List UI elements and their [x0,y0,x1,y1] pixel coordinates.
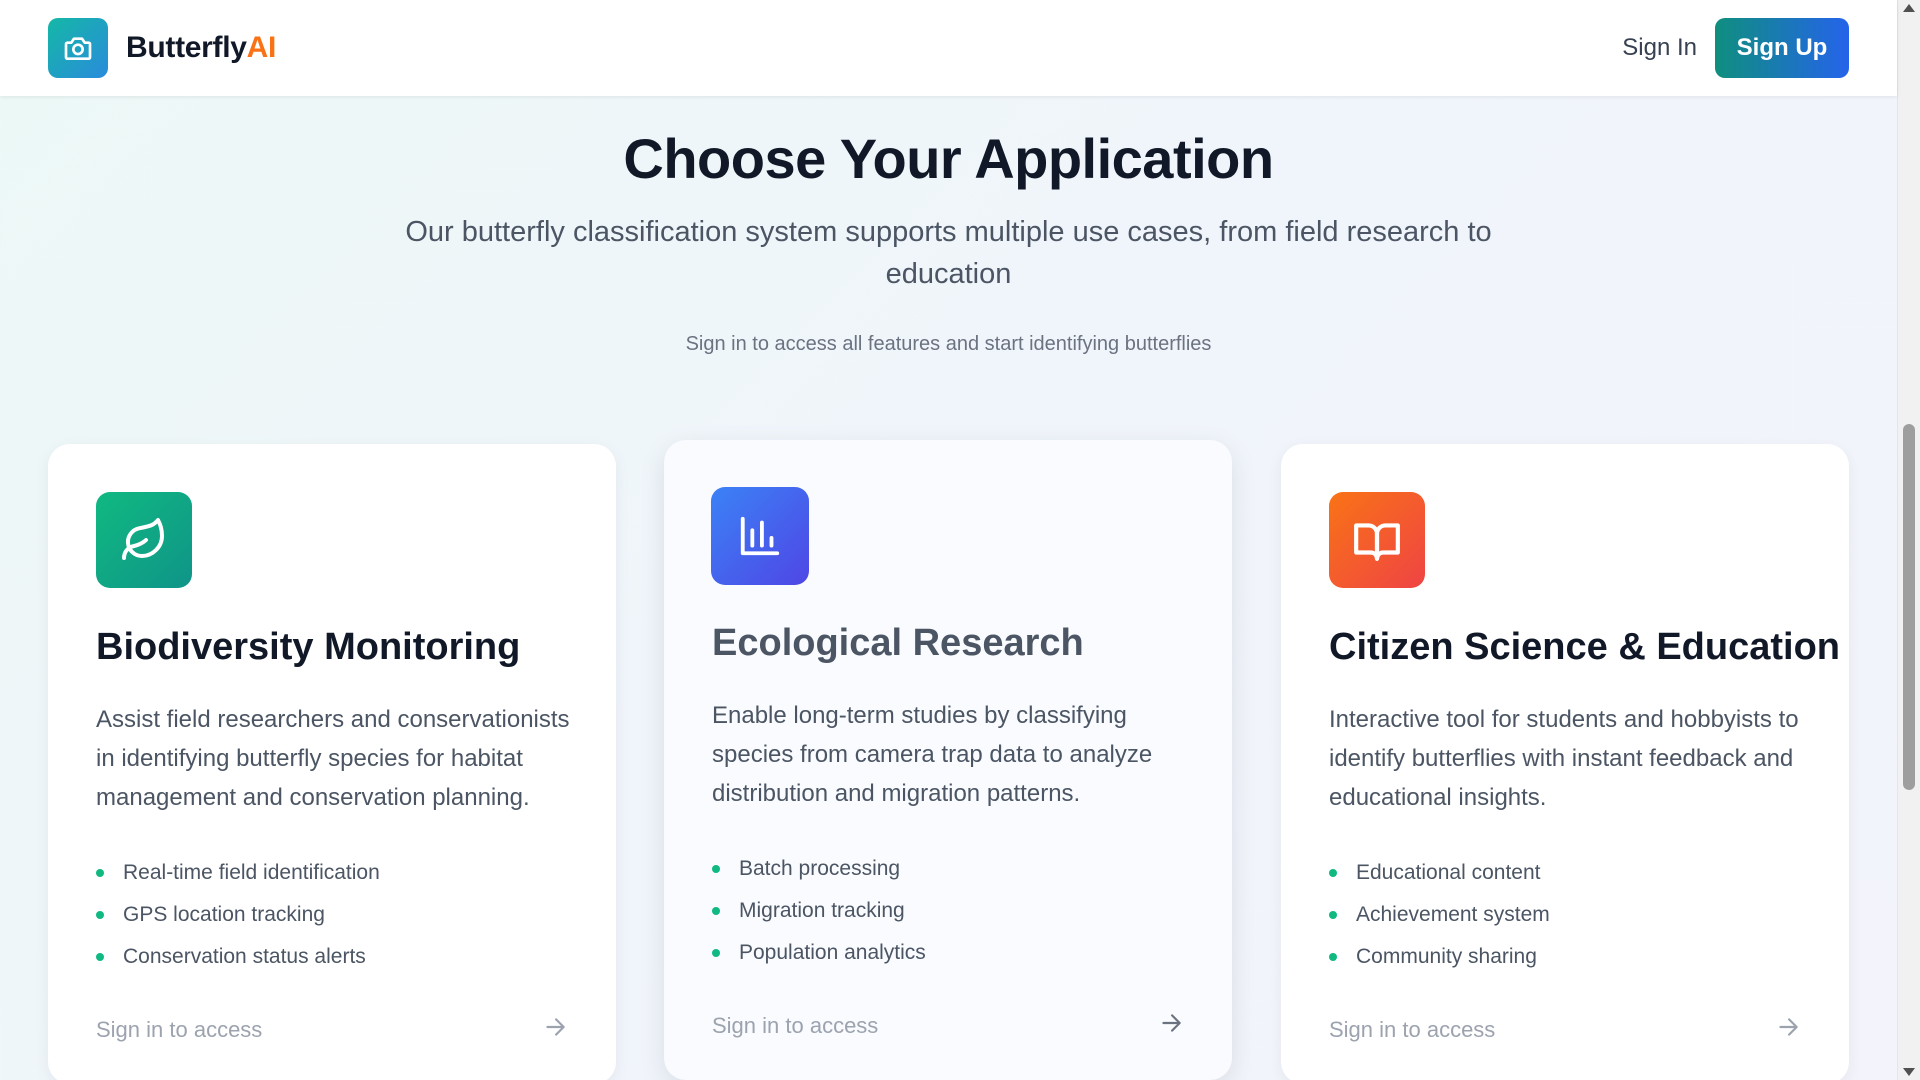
feature-item: Migration tracking [712,890,926,932]
sign-up-button[interactable]: Sign Up [1715,18,1849,78]
feature-item: Achievement system [1329,894,1550,936]
feature-item: Batch processing [712,848,926,890]
nav-actions: Sign In Sign Up [1622,18,1849,78]
feature-item: Community sharing [1329,936,1550,978]
bullet-dot [1329,911,1337,919]
card-biodiversity-monitoring[interactable]: Biodiversity Monitoring Assist field res… [48,444,616,1080]
card-footer[interactable]: Sign in to access [1329,1014,1801,1045]
card-footer[interactable]: Sign in to access [712,1010,1184,1041]
card-title: Citizen Science & Education [1329,626,1840,668]
bar-chart-icon [711,487,809,585]
card-ecological-research[interactable]: Ecological Research Enable long-term stu… [664,440,1232,1080]
hero-section: Choose Your Application Our butterfly cl… [0,96,1897,356]
feature-list: Batch processing Migration tracking Popu… [712,848,926,974]
vertical-scrollbar[interactable] [1897,0,1920,1080]
sign-in-link[interactable]: Sign In [1622,34,1697,62]
arrow-right-icon[interactable] [1158,1010,1184,1041]
card-description: Interactive tool for students and hobbyi… [1329,706,1799,811]
camera-icon[interactable] [48,18,108,78]
brand-accent: AI [246,31,277,64]
feature-item: Real-time field identification [96,852,380,894]
feature-list: Real-time field identification GPS locat… [96,852,380,978]
card-title: Biodiversity Monitoring [96,626,521,668]
sign-in-note: Sign in to access all features and start… [685,333,1212,355]
card-description: Assist field researchers and conservatio… [96,706,570,811]
card-footer[interactable]: Sign in to access [96,1014,568,1045]
card-title: Ecological Research [712,622,1084,664]
card-citizen-science-education[interactable]: Citizen Science & Education Interactive … [1281,444,1849,1080]
bullet-dot [712,949,720,957]
brand-name: ButterflyAI [126,31,277,64]
bullet-dot [712,907,720,915]
brand[interactable]: ButterflyAI [48,18,276,78]
scroll-up-arrow-icon[interactable] [1903,4,1915,12]
feature-item: GPS location tracking [96,894,380,936]
bullet-dot [1329,869,1337,877]
sign-in-to-access[interactable]: Sign in to access [712,1013,878,1039]
feature-item: Educational content [1329,852,1550,894]
scroll-down-arrow-icon[interactable] [1903,1068,1915,1076]
bullet-dot [96,953,104,961]
bullet-dot [712,865,720,873]
feature-list: Educational content Achievement system C… [1329,852,1550,978]
arrow-right-icon[interactable] [542,1014,568,1045]
feature-item: Conservation status alerts [96,936,380,978]
book-open-icon [1329,492,1425,588]
page-title: Choose Your Application [623,127,1274,190]
bullet-dot [1329,953,1337,961]
bullet-dot [96,911,104,919]
card-description: Enable long-term studies by classifying … [712,702,1153,807]
page-subtitle: Our butterfly classification system supp… [405,216,1492,290]
sign-in-to-access[interactable]: Sign in to access [1329,1017,1495,1043]
scrollbar-thumb[interactable] [1903,424,1915,790]
leaf-icon [96,492,192,588]
arrow-right-icon[interactable] [1775,1014,1801,1045]
bullet-dot [96,869,104,877]
top-navbar: ButterflyAI Sign In Sign Up [0,0,1897,96]
feature-item: Population analytics [712,932,926,974]
sign-in-to-access[interactable]: Sign in to access [96,1017,262,1043]
